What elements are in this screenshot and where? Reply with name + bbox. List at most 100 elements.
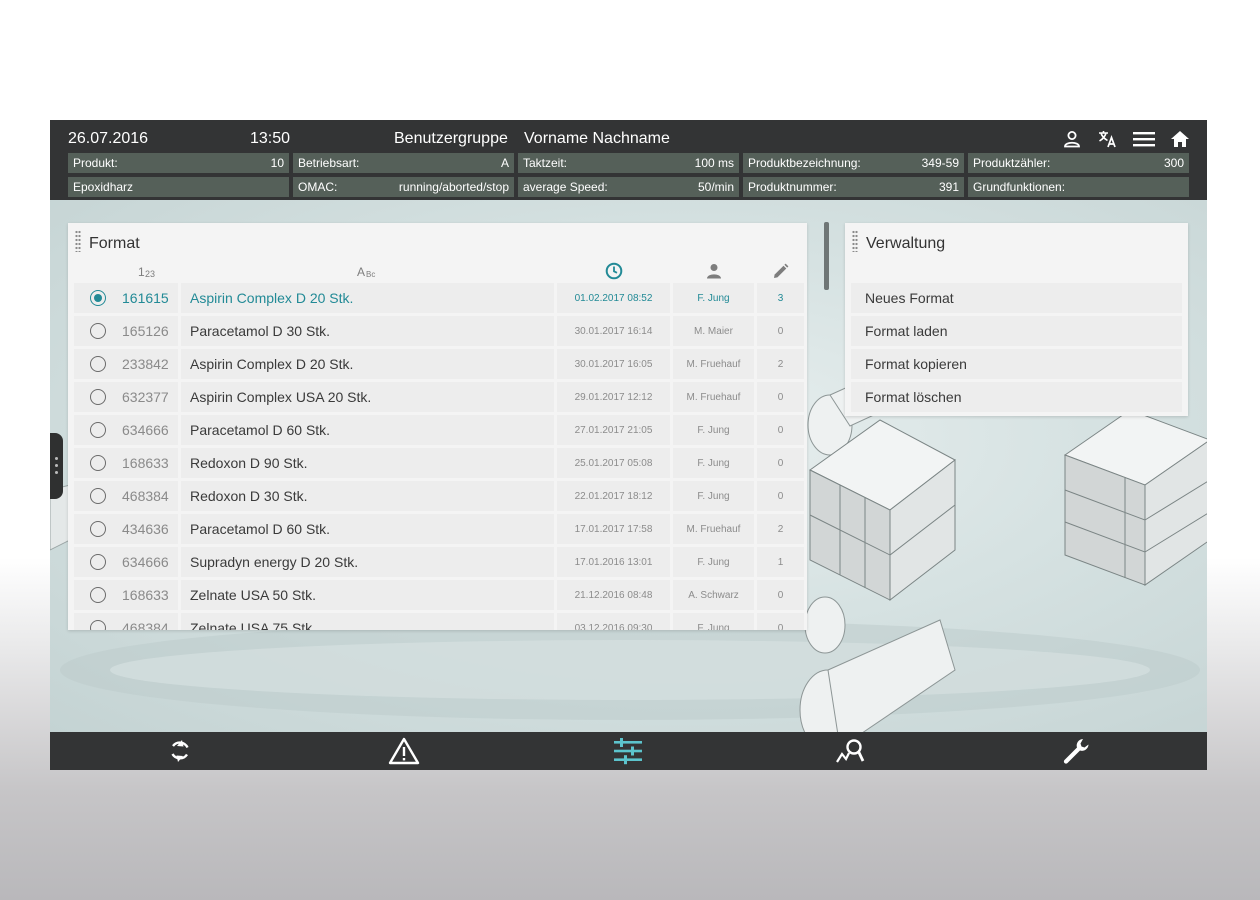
- pencil-icon[interactable]: [760, 261, 800, 281]
- format-date: 03.12.2016 09:30: [557, 613, 670, 630]
- row-radio[interactable]: [90, 488, 106, 504]
- drag-handle-icon[interactable]: [75, 230, 81, 252]
- info-cell-produktnummer: Produktnummer: 391: [743, 177, 964, 197]
- svg-text:1: 1: [138, 265, 145, 278]
- row-select-cell[interactable]: 468384: [74, 613, 178, 630]
- row-radio[interactable]: [90, 554, 106, 570]
- row-radio[interactable]: [90, 455, 106, 471]
- svg-text:Bc: Bc: [366, 270, 375, 278]
- format-name: Aspirin Complex D 20 Stk.: [181, 349, 554, 379]
- format-id: 168633: [122, 587, 169, 603]
- clock-icon[interactable]: [594, 261, 634, 281]
- format-date: 29.01.2017 12:12: [557, 382, 670, 412]
- format-date: 30.01.2017 16:14: [557, 316, 670, 346]
- row-select-cell[interactable]: 233842: [74, 349, 178, 379]
- load-format-button[interactable]: Format laden: [851, 316, 1182, 346]
- handle-dot: [55, 457, 58, 460]
- warning-icon[interactable]: [386, 735, 422, 767]
- table-row[interactable]: 168633 Zelnate USA 50 Stk. 21.12.2016 08:4…: [74, 580, 804, 610]
- format-id: 634666: [122, 554, 169, 570]
- new-format-button[interactable]: Neues Format: [851, 283, 1182, 313]
- sync-icon[interactable]: [162, 735, 198, 767]
- table-row[interactable]: 434636 Paracetamol D 60 Stk. 17.01.2017 17…: [74, 514, 804, 544]
- format-edit-count: 0: [757, 580, 804, 610]
- row-select-cell[interactable]: 161615: [74, 283, 178, 313]
- handle-dot: [55, 471, 58, 474]
- copy-format-button[interactable]: Format kopieren: [851, 349, 1182, 379]
- format-edit-count: 2: [757, 514, 804, 544]
- format-user: M. Maier: [673, 316, 754, 346]
- table-row[interactable]: 468384 Redoxon D 30 Stk. 22.01.2017 18:12 F…: [74, 481, 804, 511]
- row-radio[interactable]: [90, 323, 106, 339]
- info-row: Epoxidharz OMAC: running/aborted/stop ave…: [68, 177, 1189, 197]
- table-row[interactable]: 168633 Redoxon D 90 Stk. 25.01.2017 05:08 F…: [74, 448, 804, 478]
- format-edit-count: 0: [757, 382, 804, 412]
- format-edit-count: 0: [757, 448, 804, 478]
- header-user-group: Benutzergruppe: [394, 130, 508, 147]
- table-row[interactable]: 165126 Paracetamol D 30 Stk. 30.01.2017 16…: [74, 316, 804, 346]
- row-radio[interactable]: [90, 356, 106, 372]
- format-date: 25.01.2017 05:08: [557, 448, 670, 478]
- row-select-cell[interactable]: 168633: [74, 580, 178, 610]
- format-user: A. Schwarz: [673, 580, 754, 610]
- side-drawer-handle[interactable]: [50, 433, 63, 499]
- delete-format-button[interactable]: Format löschen: [851, 382, 1182, 412]
- format-id: 161615: [122, 290, 169, 306]
- row-radio[interactable]: [90, 620, 106, 630]
- hmi-screen: 26.07.2016 13:50 Benutzergruppe Vorname …: [50, 120, 1207, 770]
- format-user: F. Jung: [673, 448, 754, 478]
- row-radio[interactable]: [90, 389, 106, 405]
- admin-panel-title: Verwaltung: [866, 235, 946, 252]
- info-cell-taktzeit: Taktzeit: 100 ms: [518, 153, 739, 173]
- row-radio[interactable]: [90, 290, 106, 306]
- sliders-icon[interactable]: [610, 735, 646, 767]
- row-select-cell[interactable]: 632377: [74, 382, 178, 412]
- table-row[interactable]: 468384 Zelnate USA 75 Stk. 03.12.2016 09:3…: [74, 613, 804, 630]
- format-id: 468384: [122, 488, 169, 504]
- header-icons: [1061, 128, 1191, 150]
- row-select-cell[interactable]: 434636: [74, 514, 178, 544]
- format-scrollbar[interactable]: [824, 222, 829, 290]
- admin-menu: Neues Format Format laden Format kopiere…: [851, 283, 1182, 415]
- format-id: 165126: [122, 323, 169, 339]
- row-select-cell[interactable]: 168633: [74, 448, 178, 478]
- format-edit-count: 0: [757, 415, 804, 445]
- wrench-icon[interactable]: [1058, 735, 1094, 767]
- table-row[interactable]: 634666 Supradyn energy D 20 Stk. 17.01.201…: [74, 547, 804, 577]
- format-user: F. Jung: [673, 613, 754, 630]
- svg-text:A: A: [357, 265, 365, 278]
- format-date: 27.01.2017 21:05: [557, 415, 670, 445]
- format-id: 233842: [122, 356, 169, 372]
- person-icon[interactable]: [694, 261, 734, 281]
- format-user: F. Jung: [673, 283, 754, 313]
- drag-handle-icon[interactable]: [852, 230, 858, 252]
- format-date: 22.01.2017 18:12: [557, 481, 670, 511]
- table-row[interactable]: 632377 Aspirin Complex USA 20 Stk. 29.01.2…: [74, 382, 804, 412]
- user-icon[interactable]: [1061, 128, 1083, 150]
- text-icon[interactable]: A Bc: [348, 261, 388, 281]
- format-name: Zelnate USA 75 Stk.: [181, 613, 554, 630]
- format-id: 434636: [122, 521, 169, 537]
- number-icon[interactable]: 1 23: [128, 261, 168, 281]
- info-cell-produkt: Produkt: 10: [68, 153, 289, 173]
- row-radio[interactable]: [90, 422, 106, 438]
- format-date: 01.02.2017 08:52: [557, 283, 670, 313]
- menu-icon[interactable]: [1133, 128, 1155, 150]
- info-cell-material: Epoxidharz: [68, 177, 289, 197]
- header-bar: 26.07.2016 13:50 Benutzergruppe Vorname …: [50, 120, 1207, 200]
- row-radio[interactable]: [90, 587, 106, 603]
- format-name: Redoxon D 90 Stk.: [181, 448, 554, 478]
- row-select-cell[interactable]: 165126: [74, 316, 178, 346]
- home-icon[interactable]: [1169, 128, 1191, 150]
- table-row[interactable]: 634666 Paracetamol D 60 Stk. 27.01.2017 21…: [74, 415, 804, 445]
- translate-icon[interactable]: [1097, 128, 1119, 150]
- info-cell-produktzaehler: Produktzähler: 300: [968, 153, 1189, 173]
- row-select-cell[interactable]: 634666: [74, 547, 178, 577]
- table-row[interactable]: 161615 Aspirin Complex D 20 Stk. 01.02.201…: [74, 283, 804, 313]
- row-radio[interactable]: [90, 521, 106, 537]
- row-select-cell[interactable]: 634666: [74, 415, 178, 445]
- format-name: Paracetamol D 30 Stk.: [181, 316, 554, 346]
- row-select-cell[interactable]: 468384: [74, 481, 178, 511]
- analytics-icon[interactable]: [832, 735, 868, 767]
- table-row[interactable]: 233842 Aspirin Complex D 20 Stk. 30.01.201…: [74, 349, 804, 379]
